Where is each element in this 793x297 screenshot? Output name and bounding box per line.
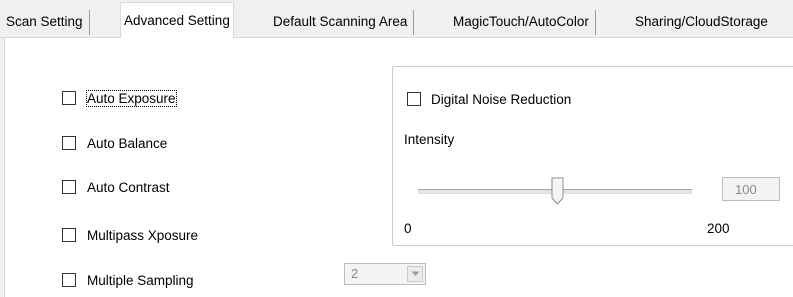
tab-scan-setting[interactable]: Scan Setting bbox=[6, 10, 90, 35]
chevron-down-icon[interactable] bbox=[407, 266, 423, 282]
tab-sharing-cloudstorage[interactable]: Sharing/CloudStorage bbox=[635, 10, 768, 35]
tab-default-scanning-area[interactable]: Default Scanning Area bbox=[273, 10, 415, 35]
multiple-sampling-select[interactable]: 2 bbox=[344, 263, 426, 285]
auto-exposure-checkbox[interactable] bbox=[62, 91, 76, 105]
auto-contrast-option[interactable]: Auto Contrast bbox=[62, 177, 170, 197]
intensity-max-label: 200 bbox=[707, 221, 730, 236]
multipass-xposure-option[interactable]: Multipass Xposure bbox=[62, 225, 198, 245]
auto-exposure-label[interactable]: Auto Exposure bbox=[86, 89, 177, 107]
multiple-sampling-value: 2 bbox=[351, 266, 359, 281]
auto-contrast-label[interactable]: Auto Contrast bbox=[87, 180, 170, 195]
auto-balance-label[interactable]: Auto Balance bbox=[87, 136, 167, 151]
auto-balance-checkbox[interactable] bbox=[62, 136, 76, 150]
intensity-value-field[interactable]: 100 bbox=[722, 177, 780, 201]
auto-contrast-checkbox[interactable] bbox=[62, 180, 76, 194]
intensity-value: 100 bbox=[735, 182, 757, 197]
intensity-label: Intensity bbox=[404, 132, 455, 147]
auto-exposure-option[interactable]: Auto Exposure bbox=[62, 88, 177, 108]
tab-strip: Scan Setting Advanced Setting Default Sc… bbox=[0, 0, 793, 39]
auto-balance-option[interactable]: Auto Balance bbox=[62, 133, 167, 153]
intensity-min-label: 0 bbox=[404, 221, 412, 236]
digital-noise-reduction-label[interactable]: Digital Noise Reduction bbox=[431, 92, 571, 107]
multiple-sampling-option[interactable]: Multiple Sampling bbox=[62, 270, 194, 290]
intensity-slider-thumb[interactable] bbox=[551, 177, 564, 205]
multipass-xposure-checkbox[interactable] bbox=[62, 228, 76, 242]
digital-noise-reduction-checkbox[interactable] bbox=[407, 92, 421, 106]
tab-magictouch-autocolor[interactable]: MagicTouch/AutoColor bbox=[453, 10, 596, 35]
multiple-sampling-label[interactable]: Multiple Sampling bbox=[87, 273, 194, 288]
tab-advanced-setting[interactable]: Advanced Setting bbox=[120, 2, 234, 39]
digital-noise-reduction-option[interactable]: Digital Noise Reduction bbox=[407, 89, 571, 109]
multipass-xposure-label[interactable]: Multipass Xposure bbox=[87, 228, 198, 243]
multiple-sampling-checkbox[interactable] bbox=[62, 273, 76, 287]
